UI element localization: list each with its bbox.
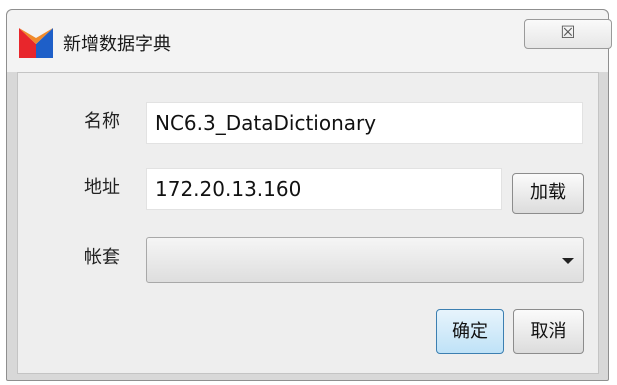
close-button[interactable]: ☒ [524,19,612,49]
app-logo-icon [19,28,53,58]
title-bar: 新增数据字典 ☒ [7,10,612,72]
dialog-title: 新增数据字典 [63,34,171,55]
address-input[interactable]: 172.20.13.160 [146,168,502,210]
name-label: 名称 [84,111,120,132]
address-label: 地址 [84,177,120,198]
cancel-button[interactable]: 取消 [513,309,584,354]
dialog-window: 新增数据字典 ☒ 名称 NC6.3_DataDictionary 地址 172.… [6,9,612,381]
dialog-content: 名称 NC6.3_DataDictionary 地址 172.20.13.160… [17,72,599,374]
account-label: 帐套 [84,247,120,268]
name-input[interactable]: NC6.3_DataDictionary [146,102,583,144]
ok-button[interactable]: 确定 [436,309,504,354]
account-select[interactable] [146,237,584,283]
chevron-down-icon [562,258,574,264]
close-icon: ☒ [560,23,576,43]
load-button[interactable]: 加载 [512,173,584,214]
